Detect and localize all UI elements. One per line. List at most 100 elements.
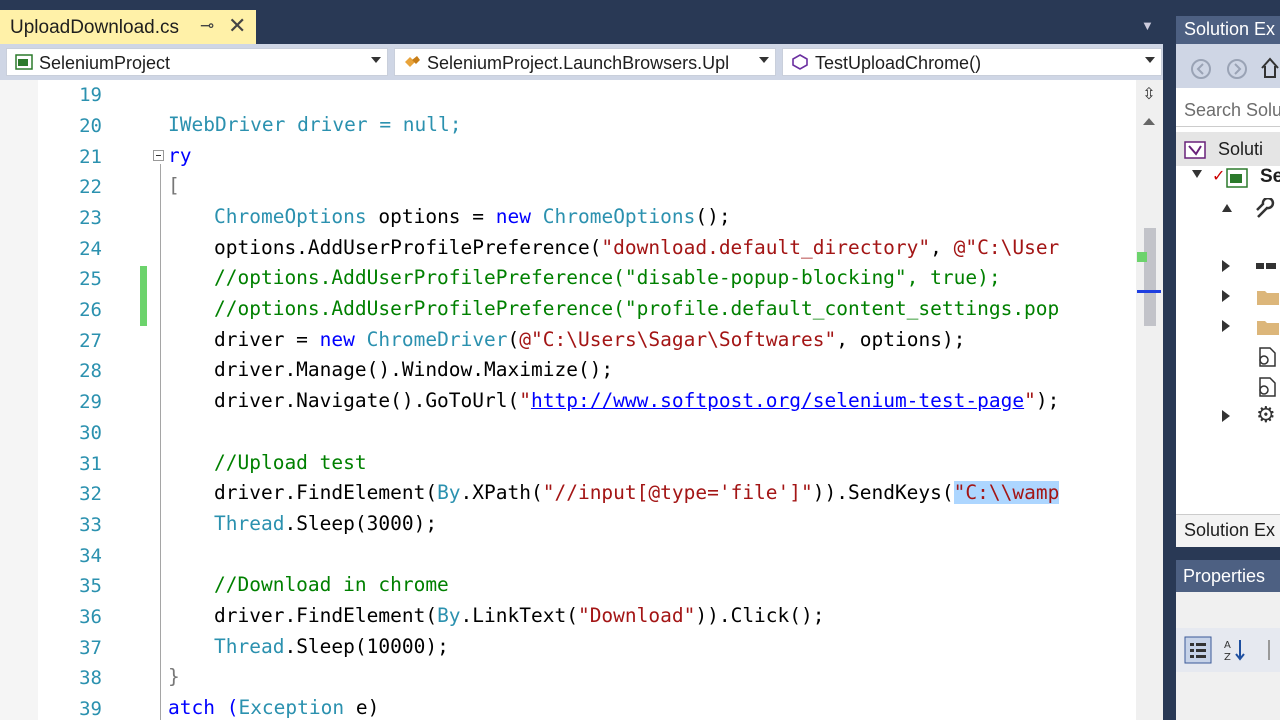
split-editor-icon[interactable]: ⇳ (1139, 84, 1159, 106)
collapse-icon[interactable] (1222, 204, 1232, 212)
properties-item[interactable] (1176, 194, 1280, 224)
class-icon (405, 56, 420, 67)
csharp-project-icon (1226, 168, 1248, 188)
svg-text:A: A (1224, 640, 1231, 651)
chevron-down-icon[interactable] (1192, 170, 1202, 178)
line-number: 22 (79, 176, 102, 198)
line-number: 20 (79, 115, 102, 137)
code-line-22: [ (168, 174, 180, 197)
selected-text[interactable]: "C:\\wamp (953, 481, 1060, 504)
pin-icon[interactable]: ⊸ (200, 16, 214, 36)
sort-az-icon[interactable]: AZ (1222, 636, 1250, 664)
solution-root-item[interactable]: Soluti (1176, 132, 1280, 166)
url-link[interactable]: http://www.softpost.org/selenium-test-pa… (531, 389, 1024, 412)
code-line-20: IWebDriver driver = null; (168, 113, 462, 136)
solution-explorer-toolbar (1176, 44, 1280, 88)
folder-item[interactable] (1176, 312, 1280, 340)
line-number: 25 (79, 268, 102, 290)
line-number: 34 (79, 545, 102, 567)
solution-explorer-footer-tab[interactable]: Solution Ex (1176, 514, 1280, 547)
references-icon (1256, 263, 1276, 269)
solution-icon (1184, 141, 1206, 159)
line-number: 28 (79, 360, 102, 382)
line-number: 33 (79, 514, 102, 536)
chevron-right-icon[interactable] (1222, 320, 1230, 332)
solution-tree[interactable]: Soluti ✓ Se ⚙ (1176, 128, 1280, 508)
line-number: 30 (79, 422, 102, 444)
code-editor[interactable]: 19 20 21 22 23 24 25 26 27 28 29 30 31 3… (0, 80, 1163, 720)
folder-icon (1257, 321, 1279, 335)
chevron-right-icon[interactable] (1222, 290, 1230, 302)
code-line-29: driver.Navigate().GoToUrl("http://www.so… (214, 389, 1060, 412)
tab-title: UploadDownload.cs (10, 17, 179, 38)
home-icon[interactable] (1260, 56, 1280, 80)
code-line-26: //options.AddUserProfilePreference("prof… (214, 297, 1060, 320)
code-line-27: driver = new ChromeDriver(@"C:\Users\Sag… (214, 328, 966, 351)
line-number: 35 (79, 575, 102, 597)
code-line-23: ChromeOptions options = new ChromeOption… (214, 205, 731, 228)
line-number: 32 (79, 483, 102, 505)
solution-search-input[interactable]: Search Solu (1176, 92, 1280, 127)
references-item[interactable] (1176, 252, 1280, 280)
code-line-25: //options.AddUserProfilePreference("disa… (214, 266, 1001, 289)
code-line-21: ry (168, 144, 192, 167)
categorized-icon[interactable] (1184, 636, 1212, 664)
class-dropdown[interactable]: SeleniumProject.LaunchBrowsers.Upl (394, 48, 776, 76)
code-line-38: } (168, 665, 180, 688)
line-number: 37 (79, 637, 102, 659)
line-number: 31 (79, 453, 102, 475)
settings-item[interactable]: ⚙ (1176, 402, 1280, 430)
change-indicator (140, 266, 147, 326)
back-icon[interactable] (1190, 58, 1212, 80)
code-line-24: options.AddUserProfilePreference("downlo… (214, 236, 1060, 259)
wrench-icon (1256, 198, 1275, 218)
member-dropdown[interactable]: TestUploadChrome() (782, 48, 1162, 76)
scroll-up-icon[interactable] (1143, 118, 1155, 125)
project-label: SeleniumProject (39, 53, 171, 73)
toolbar-separator (1268, 640, 1270, 660)
caret-marker (1137, 290, 1161, 293)
close-icon[interactable]: ✕ (228, 13, 246, 39)
config-file-icon (1259, 347, 1276, 367)
properties-panel: AZ (1176, 592, 1280, 720)
pane-splitter[interactable] (1163, 0, 1176, 720)
collapse-toggle-icon[interactable] (153, 150, 164, 161)
chevron-down-icon (1145, 57, 1155, 63)
change-marker (1137, 252, 1147, 262)
chevron-right-icon[interactable] (1222, 260, 1230, 272)
csharp-project-icon (15, 54, 33, 70)
code-line-37: Thread.Sleep(10000); (214, 635, 449, 658)
vertical-scrollbar[interactable]: ⇳ (1136, 80, 1163, 720)
line-number: 39 (79, 698, 102, 720)
member-label: TestUploadChrome() (815, 53, 982, 73)
properties-header: Properties (1176, 560, 1280, 592)
chevron-right-icon[interactable] (1222, 410, 1230, 422)
svg-text:Z: Z (1224, 652, 1231, 663)
forward-icon[interactable] (1226, 58, 1248, 80)
scroll-thumb[interactable] (1144, 228, 1156, 326)
tab-dropdown-icon[interactable]: ▼ (1141, 18, 1157, 34)
project-dropdown[interactable]: SeleniumProject (6, 48, 388, 76)
tab-uploaddownload[interactable]: UploadDownload.cs ⊸ ✕ (0, 10, 256, 44)
indicator-margin (0, 80, 38, 720)
file-item[interactable] (1176, 372, 1280, 400)
folder-icon (1257, 291, 1279, 305)
file-item[interactable] (1176, 342, 1280, 370)
chevron-down-icon (759, 57, 769, 63)
line-number: 19 (79, 84, 102, 106)
line-number: 36 (79, 606, 102, 628)
gear-icon: ⚙ (1256, 402, 1276, 427)
class-label: SeleniumProject.LaunchBrowsers.Upl (427, 53, 730, 73)
line-number: 29 (79, 391, 102, 413)
code-line-35: //Download in chrome (214, 573, 449, 596)
navigation-bar: SeleniumProject SeleniumProject.LaunchBr… (0, 44, 1163, 81)
outline-guide (160, 164, 161, 720)
line-number: 27 (79, 330, 102, 352)
chevron-down-icon (371, 57, 381, 63)
check-icon: ✓ (1212, 168, 1226, 185)
folder-item[interactable] (1176, 282, 1280, 310)
code-line-36: driver.FindElement(By.LinkText("Download… (214, 604, 825, 627)
project-item[interactable]: ✓ Se (1176, 164, 1280, 194)
code-line-28: driver.Manage().Window.Maximize(); (214, 358, 614, 381)
code-line-39: atch (Exception e) (168, 696, 380, 719)
